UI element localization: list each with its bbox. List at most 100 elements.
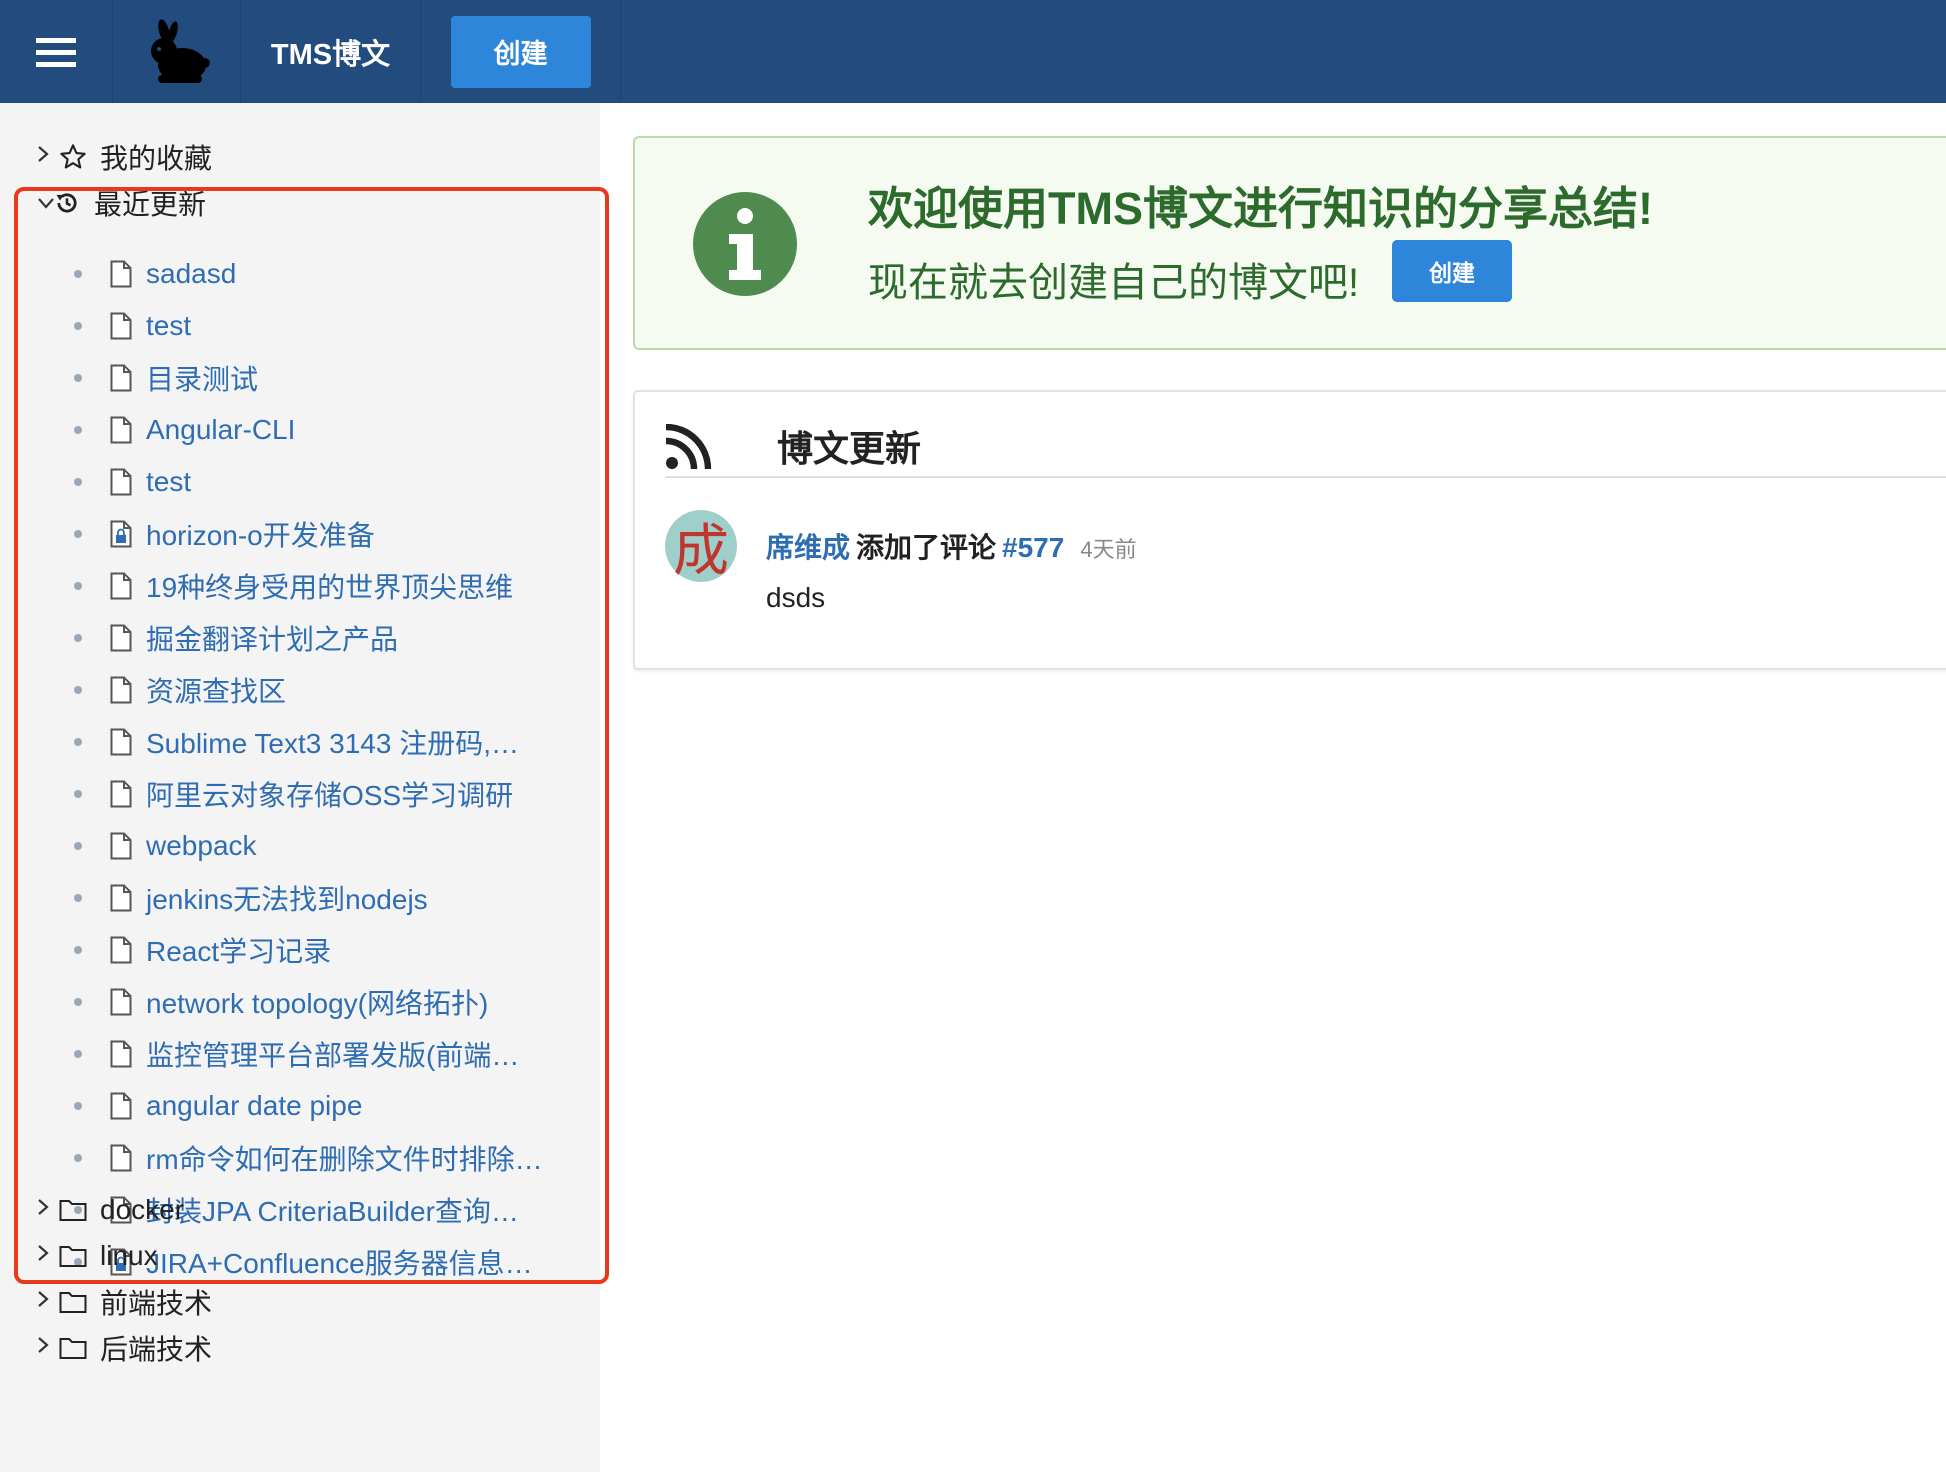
list-item[interactable]: 目录测试 [0,352,600,404]
sidebar-item-label: 我的收藏 [100,143,213,174]
recent-item-link[interactable]: webpack [146,830,257,862]
list-item[interactable]: 19种终身受用的世界顶尖思维 [0,560,600,612]
recent-item-link[interactable]: Angular-CLI [146,414,295,446]
list-item[interactable]: test [0,456,600,508]
list-item[interactable]: angular date pipe [0,1080,600,1132]
document-icon [110,728,132,756]
bullet-icon [74,946,82,954]
bullet-icon [74,634,82,642]
list-item[interactable]: 资源查找区 [0,664,600,716]
recent-item-link[interactable]: 封装JPA CriteriaBuilder查询… [146,1190,519,1230]
list-item[interactable]: 监控管理平台部署发版(前端… [0,1028,600,1080]
document-icon [110,312,132,340]
document-icon [110,624,132,652]
recent-item-link[interactable]: React学习记录 [146,930,331,970]
folder-icon [58,1333,88,1363]
recent-item-link[interactable]: test [146,466,191,498]
recent-item-link[interactable]: rm命令如何在删除文件时排除… [146,1138,543,1178]
bullet-icon [74,842,82,850]
bullet-icon [74,1050,82,1058]
bullet-icon [74,738,82,746]
list-item[interactable]: test [0,300,600,352]
sidebar-folder[interactable]: linux [0,1236,158,1276]
hamburger-menu-button[interactable] [0,0,113,103]
chevron-right-icon [0,1334,49,1362]
list-item[interactable]: jenkins无法找到nodejs [0,872,600,924]
feed-title: 博文更新 [777,428,922,469]
chevron-right-icon [0,143,49,171]
header-create-button[interactable]: 创建 [450,15,591,88]
list-item[interactable]: 阿里云对象存储OSS学习调研 [0,768,600,820]
recent-item-link[interactable]: jenkins无法找到nodejs [146,878,428,918]
bullet-icon [74,790,82,798]
document-icon [110,676,132,704]
chevron-right-icon [0,1288,49,1316]
recent-item-link[interactable]: 19种终身受用的世界顶尖思维 [146,566,513,606]
document-icon [110,364,132,392]
feed-panel: 博文更新 成 席维成 添加了评论 #577 4天前 dsds [633,390,1946,670]
bullet-icon [74,582,82,590]
top-navbar: TMS博文 创建 [0,0,1946,103]
recent-item-link[interactable]: sadasd [146,258,236,290]
folder-icon [58,1195,88,1225]
welcome-create-button[interactable]: 创建 [1392,240,1512,302]
logo-link[interactable] [113,0,241,103]
info-icon [693,192,797,296]
recent-item-link[interactable]: angular date pipe [146,1090,362,1122]
document-icon [110,988,132,1016]
avatar[interactable]: 成 [665,510,737,582]
rabbit-logo-icon [150,18,210,83]
list-item[interactable]: 掘金翻译计划之产品 [0,612,600,664]
bullet-icon [74,374,82,382]
welcome-subtitle: 现在就去创建自己的博文吧! [868,261,1360,305]
list-item[interactable]: rm命令如何在删除文件时排除… [0,1132,600,1184]
bullet-icon [74,426,82,434]
recent-item-link[interactable]: 阿里云对象存储OSS学习调研 [146,774,513,814]
feed-user-link[interactable]: 席维成 [766,532,850,563]
list-item[interactable]: Angular-CLI [0,404,600,456]
sidebar-folder[interactable]: docker [0,1190,184,1230]
sidebar-item-favorites[interactable]: 我的收藏 [0,137,212,177]
bullet-icon [74,1154,82,1162]
list-item[interactable]: webpack [0,820,600,872]
list-item[interactable]: network topology(网络拓扑) [0,976,600,1028]
document-icon [110,416,132,444]
recent-item-link[interactable]: horizon-o开发准备 [146,514,375,554]
feed-action-text: 添加了评论 [856,532,997,563]
document-icon [110,780,132,808]
recent-item-link[interactable]: test [146,310,191,342]
bullet-icon [74,530,82,538]
recent-item-link[interactable]: network topology(网络拓扑) [146,982,488,1022]
list-item[interactable]: sadasd [0,248,600,300]
folder-icon [58,1241,88,1271]
feed-ref-link[interactable]: #577 [1002,532,1064,563]
recent-item-link[interactable]: JIRA+Confluence服务器信息… [146,1242,533,1282]
document-icon [110,1092,132,1120]
document-icon [110,1040,132,1068]
list-item[interactable]: Sublime Text3 3143 注册码,… [0,716,600,768]
bullet-icon [74,270,82,278]
document-icon [110,572,132,600]
folder-label: linux [100,1240,158,1271]
hamburger-icon [36,37,76,67]
folder-label: docker [100,1194,185,1225]
recent-item-link[interactable]: 目录测试 [146,358,258,398]
recent-item-link[interactable]: 资源查找区 [146,670,286,710]
bullet-icon [74,894,82,902]
list-item[interactable]: horizon-o开发准备 [0,508,600,560]
sidebar-folder[interactable]: 后端技术 [0,1328,212,1368]
locked-document-icon [110,520,132,548]
app-title[interactable]: TMS博文 [241,0,421,103]
recent-item-link[interactable]: 掘金翻译计划之产品 [146,618,398,658]
recent-item-link[interactable]: Sublime Text3 3143 注册码,… [146,722,519,762]
list-item[interactable]: React学习记录 [0,924,600,976]
feed-entry-body: dsds [766,582,826,613]
sidebar-folder[interactable]: 前端技术 [0,1282,212,1322]
document-icon [110,832,132,860]
recent-item-link[interactable]: 监控管理平台部署发版(前端… [146,1034,519,1074]
chevron-right-icon [0,1196,49,1224]
document-icon [110,884,132,912]
star-icon [58,142,88,172]
app-title-text: TMS博文 [270,38,391,71]
